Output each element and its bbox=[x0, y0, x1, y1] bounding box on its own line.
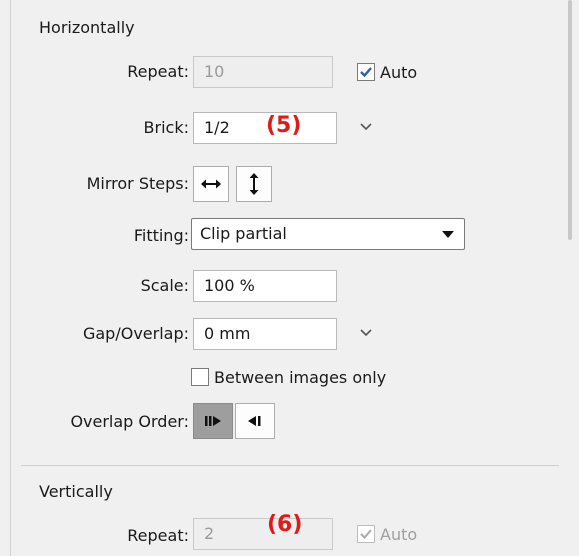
section-title-vertically: Vertically bbox=[39, 482, 113, 501]
vertical-auto-checkbox[interactable]: Auto bbox=[357, 523, 417, 545]
repeat-label: Repeat: bbox=[127, 62, 189, 81]
dropdown-arrow-icon bbox=[442, 231, 454, 238]
gap-overlap-input[interactable]: 0 mm bbox=[193, 318, 337, 350]
between-images-checkbox[interactable]: Between images only bbox=[191, 366, 386, 388]
gap-overlap-label: Gap/Overlap: bbox=[82, 324, 189, 343]
overlap-left-icon bbox=[205, 416, 221, 426]
vertical-auto-checkbox-box[interactable] bbox=[357, 525, 375, 543]
mirror-steps-label: Mirror Steps: bbox=[86, 174, 189, 193]
between-images-label: Between images only bbox=[214, 367, 387, 387]
vertical-arrows-icon bbox=[249, 173, 259, 195]
scale-label: Scale: bbox=[140, 276, 189, 295]
overlap-order-left-button[interactable] bbox=[193, 403, 233, 439]
auto-checkbox-box[interactable] bbox=[357, 63, 375, 81]
mirror-horizontal-button[interactable] bbox=[193, 166, 229, 202]
callout-5: (5) bbox=[266, 113, 302, 138]
repeat-input[interactable]: 10 bbox=[193, 56, 333, 88]
auto-checkbox[interactable]: Auto bbox=[357, 61, 417, 83]
fitting-select-value: Clip partial bbox=[200, 224, 287, 243]
gap-overlap-dropdown[interactable] bbox=[356, 322, 376, 342]
section-title-horizontally: Horizontally bbox=[39, 18, 135, 37]
overlap-order-label: Overlap Order: bbox=[70, 412, 189, 431]
overlap-order-right-button[interactable] bbox=[235, 403, 275, 439]
vertical-repeat-label: Repeat: bbox=[127, 526, 189, 545]
vertical-repeat-input[interactable]: 2 bbox=[193, 518, 333, 550]
brick-label: Brick: bbox=[143, 118, 189, 137]
brick-input[interactable]: 1/2 bbox=[193, 112, 337, 144]
overlap-right-icon bbox=[248, 416, 261, 426]
repeat-settings-panel: Horizontally Repeat: 10 Auto Brick: 1/2 … bbox=[10, 0, 565, 556]
checkmark-icon bbox=[360, 67, 372, 78]
scrollbar[interactable] bbox=[559, 0, 579, 556]
vertical-auto-label: Auto bbox=[380, 524, 418, 544]
callout-6: (6) bbox=[267, 512, 303, 537]
section-divider bbox=[21, 465, 565, 466]
brick-dropdown[interactable] bbox=[356, 116, 376, 136]
chevron-down-icon bbox=[360, 329, 372, 337]
mirror-vertical-button[interactable] bbox=[236, 166, 272, 202]
fitting-select[interactable]: Clip partial bbox=[191, 218, 465, 250]
auto-label: Auto bbox=[380, 62, 418, 82]
scale-input[interactable]: 100 % bbox=[193, 270, 337, 302]
fitting-label: Fitting: bbox=[133, 226, 189, 245]
horizontal-arrows-icon bbox=[201, 179, 221, 189]
scrollbar-thumb[interactable] bbox=[568, 0, 572, 240]
between-images-checkbox-box[interactable] bbox=[191, 368, 209, 386]
checkmark-icon bbox=[360, 529, 372, 539]
chevron-down-icon bbox=[360, 123, 372, 131]
